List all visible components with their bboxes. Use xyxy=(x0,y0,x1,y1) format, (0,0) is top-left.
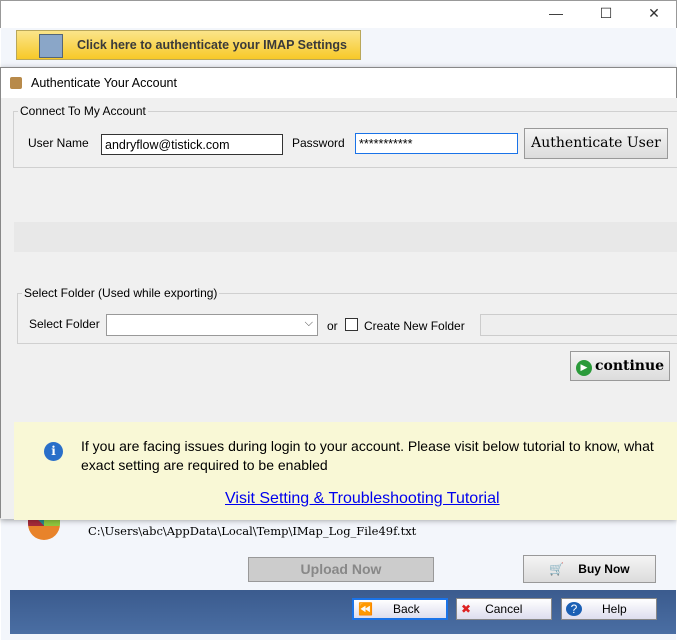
play-icon: ▶ xyxy=(575,360,592,376)
new-folder-input[interactable] xyxy=(480,314,677,336)
status-strip xyxy=(14,222,677,252)
authenticate-dialog: Authenticate Your Account Connect To My … xyxy=(0,67,677,520)
dialog-panel: Connect To My Account User Name Password… xyxy=(1,98,677,520)
dialog-title: Authenticate Your Account xyxy=(31,76,177,90)
info-message: If you are facing issues during login to… xyxy=(81,438,654,473)
or-label: or xyxy=(327,319,338,333)
connect-legend: Connect To My Account xyxy=(20,104,146,118)
help-button[interactable]: ? Help xyxy=(561,598,657,620)
upload-now-button[interactable]: Upload Now xyxy=(248,557,434,582)
minimize-button[interactable]: — xyxy=(541,5,571,25)
dialog-icon xyxy=(10,77,22,89)
chevron-down-icon: ⌵ xyxy=(304,317,313,329)
password-input[interactable] xyxy=(355,133,518,154)
back-button[interactable]: ⏪ Back xyxy=(352,598,448,620)
select-folder-label: Select Folder xyxy=(29,317,100,331)
close-button[interactable]: ✕ xyxy=(639,5,669,25)
cart-icon: 🛒 xyxy=(549,562,565,576)
folder-select[interactable]: ⌵ xyxy=(106,314,318,336)
cancel-button[interactable]: ✖ Cancel xyxy=(456,598,552,620)
settings-document-icon xyxy=(39,34,63,58)
help-icon: ? xyxy=(566,602,582,616)
user-name-label: User Name xyxy=(28,136,89,150)
imap-settings-button[interactable]: Click here to authenticate your IMAP Set… xyxy=(16,30,361,60)
folder-legend: Select Folder (Used while exporting) xyxy=(24,286,218,300)
cancel-icon: ✖ xyxy=(461,602,472,616)
password-label: Password xyxy=(292,136,345,150)
tutorial-link[interactable]: Visit Setting & Troubleshooting Tutorial xyxy=(225,490,500,508)
back-icon: ⏪ xyxy=(358,602,373,616)
title-bar: — ☐ ✕ xyxy=(0,0,677,28)
info-box: i If you are facing issues during login … xyxy=(14,422,677,520)
navigation-bar: ⏪ Back ✖ Cancel ? Help xyxy=(10,590,676,634)
log-file-path: C:\Users\abc\AppData\Local\Temp\IMap_Log… xyxy=(88,524,417,538)
user-name-input[interactable] xyxy=(101,134,283,155)
create-folder-checkbox[interactable] xyxy=(345,318,358,331)
authenticate-user-button[interactable]: Authenticate User xyxy=(524,128,668,159)
info-icon: i xyxy=(44,442,63,461)
imap-button-label: Click here to authenticate your IMAP Set… xyxy=(77,38,347,52)
create-folder-label: Create New Folder xyxy=(364,319,465,333)
maximize-button[interactable]: ☐ xyxy=(591,5,621,25)
continue-button[interactable]: ▶ continue xyxy=(570,351,670,381)
buy-now-button[interactable]: 🛒 Buy Now xyxy=(523,555,656,583)
log-panel: C:\Users\abc\AppData\Local\Temp\IMap_Log… xyxy=(22,512,657,550)
